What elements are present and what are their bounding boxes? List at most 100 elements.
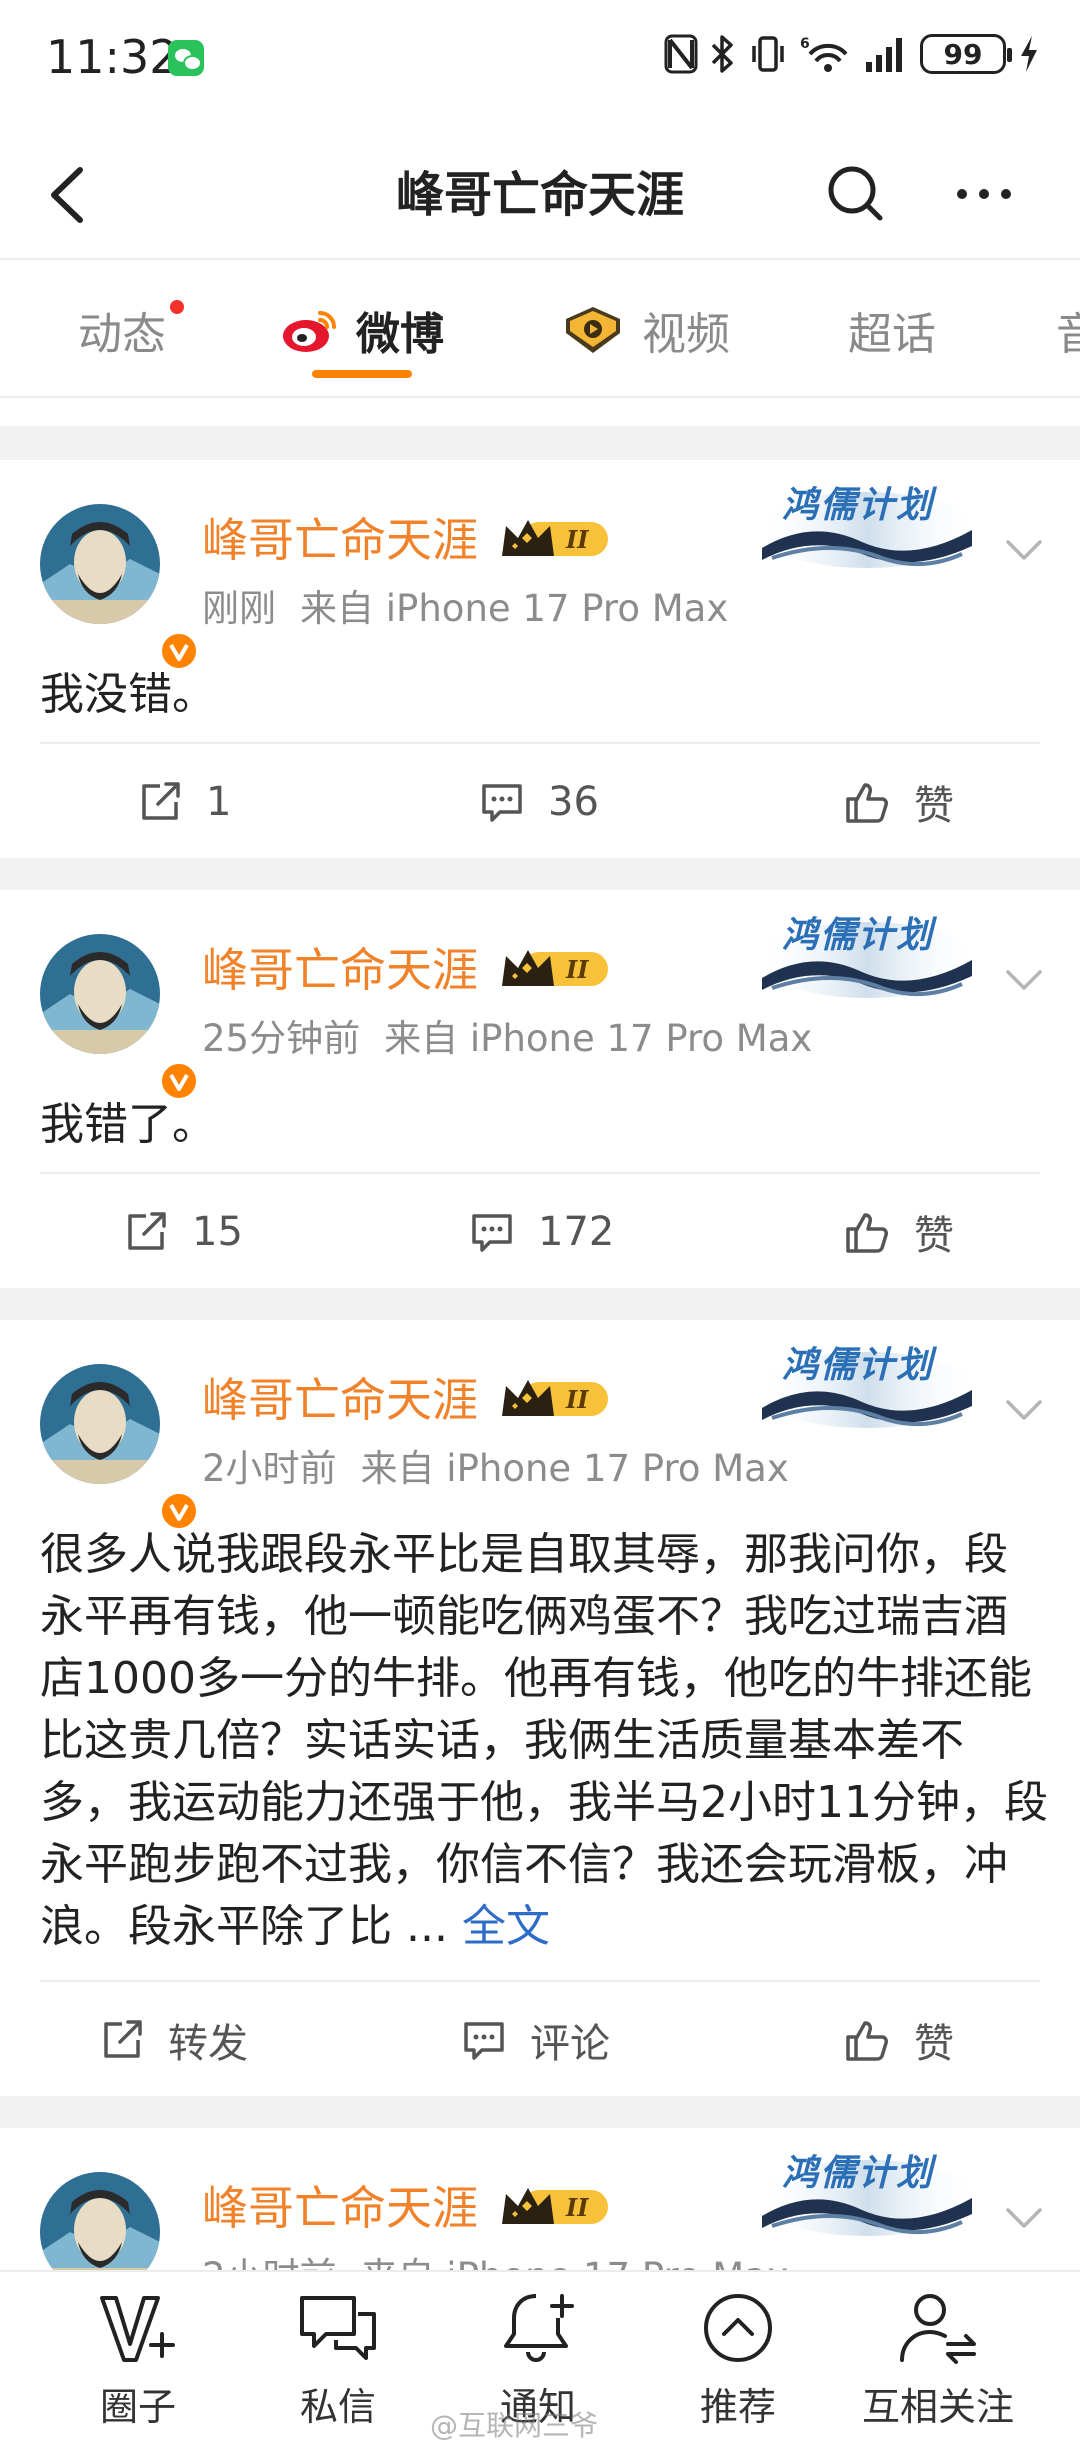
- level-text: II: [565, 955, 589, 984]
- comment-icon: [482, 784, 522, 822]
- author-name[interactable]: 峰哥亡命天涯: [202, 1370, 478, 1430]
- tab-label: 动态: [78, 309, 166, 360]
- avatar[interactable]: [40, 934, 200, 1102]
- comment-count: 172: [538, 1209, 615, 1255]
- more-button[interactable]: [948, 158, 1020, 230]
- comment-button[interactable]: 36: [478, 744, 599, 860]
- post-source: 来自 iPhone 17 Pro Max: [361, 2255, 789, 2270]
- repost-count: 1: [206, 779, 232, 825]
- nav-label: 推荐: [699, 2385, 776, 2429]
- post-meta: 2小时前来自 iPhone 17 Pro Max: [202, 1444, 789, 1494]
- chevron-down-icon[interactable]: [1000, 1386, 1048, 1434]
- tab-label: 超话: [848, 309, 936, 360]
- avatar[interactable]: [40, 2172, 160, 2270]
- tab-dynamics[interactable]: 动态: [78, 298, 184, 362]
- post-text[interactable]: 我没错。: [40, 664, 1050, 726]
- avatar[interactable]: [40, 504, 200, 672]
- status-time: 11:32: [46, 30, 179, 84]
- campaign-badge[interactable]: 鸿儒计划: [752, 898, 982, 1008]
- crown-level-badge-icon: II: [502, 2188, 608, 2224]
- campaign-label: 鸿儒计划: [782, 915, 935, 956]
- repost-count: 15: [192, 1209, 243, 1255]
- repost-button[interactable]: 15: [122, 1174, 243, 1290]
- vibrate-icon: [752, 36, 784, 72]
- nav-recommend[interactable]: 推荐: [638, 2290, 838, 2431]
- thumbs-up-icon: [846, 2021, 888, 2061]
- tab-music[interactable]: 音: [1056, 298, 1080, 362]
- tab-video[interactable]: 视频: [560, 298, 730, 362]
- tab-weibo[interactable]: 微博: [280, 298, 444, 362]
- nfc-icon: [664, 34, 698, 74]
- chevron-down-icon[interactable]: [1000, 956, 1048, 1004]
- tab-label: 视频: [642, 309, 730, 360]
- campaign-badge[interactable]: 鸿儒计划: [752, 2136, 982, 2246]
- separator: [0, 426, 1080, 460]
- nav-circle[interactable]: 圈子: [38, 2290, 238, 2431]
- post-card[interactable]: 峰哥亡命天涯 II 鸿儒计划 2小时前 来自 iPhone 17 Pro Max: [0, 2128, 1080, 2270]
- campaign-badge[interactable]: 鸿儒计划: [752, 468, 982, 578]
- nav-notifications[interactable]: 通知: [438, 2290, 638, 2431]
- post-body: 很多人说我跟段永平比是自取其辱，那我问你，段永平再有钱，他一顿能吃俩鸡蛋不？我吃…: [40, 1529, 1048, 1952]
- chevron-down-icon[interactable]: [1000, 526, 1048, 574]
- separator: [0, 1288, 1080, 1320]
- signal-icon: [866, 38, 902, 72]
- like-button[interactable]: 赞: [842, 744, 954, 860]
- action-bar: 1 36 赞: [40, 742, 1040, 858]
- repost-icon: [128, 1212, 166, 1250]
- post-text[interactable]: 我错了。: [40, 1094, 1050, 1156]
- crown-level-badge-icon: II: [502, 1380, 608, 1416]
- comment-label: 评论: [530, 2021, 610, 2067]
- post-time: 2小时前: [202, 2255, 337, 2270]
- crown-level-badge-icon: II: [502, 950, 608, 986]
- like-button[interactable]: 赞: [842, 1174, 954, 1290]
- back-button[interactable]: [36, 160, 106, 230]
- crown-level-badge-icon: II: [502, 520, 608, 556]
- thumbs-up-icon: [846, 783, 888, 823]
- level-text: II: [565, 525, 589, 554]
- status-bar: 11:32 6 99: [0, 0, 1080, 120]
- like-button[interactable]: 赞: [842, 1982, 954, 2098]
- message-bubbles-icon: [300, 2296, 376, 2360]
- mutual-follow-icon: [900, 2294, 976, 2364]
- status-icons: 6 99: [664, 34, 1040, 74]
- svg-text:6: 6: [800, 36, 810, 52]
- search-button[interactable]: [820, 158, 892, 230]
- nav-messages[interactable]: 私信: [238, 2290, 438, 2431]
- like-label: 赞: [914, 783, 954, 829]
- tab-label: 微博: [356, 309, 444, 360]
- wechat-notification-icon: [168, 40, 204, 76]
- repost-button[interactable]: 转发: [98, 1982, 248, 2098]
- post-time: 2小时前: [202, 1447, 337, 1490]
- chevron-down-icon[interactable]: [1000, 2194, 1048, 2242]
- comment-button[interactable]: 172: [468, 1174, 614, 1290]
- repost-icon: [104, 2020, 142, 2058]
- active-tab-indicator: [312, 370, 412, 378]
- author-name[interactable]: 峰哥亡命天涯: [202, 510, 478, 570]
- campaign-label: 鸿儒计划: [782, 2153, 935, 2194]
- tab-label: 音: [1056, 298, 1080, 362]
- tab-super-topic[interactable]: 超话: [848, 298, 936, 362]
- chevron-up-circle-icon: [704, 2294, 772, 2362]
- author-name[interactable]: 峰哥亡命天涯: [202, 2178, 478, 2238]
- post-card[interactable]: 峰哥亡命天涯 II 鸿儒计划 2小时前 来自 iPhone 17 Pro Max …: [0, 1320, 1080, 2096]
- avatar[interactable]: [40, 1364, 200, 1532]
- like-label: 赞: [914, 2021, 954, 2067]
- read-full-link[interactable]: 全文: [462, 1901, 550, 1952]
- post-body: 我错了。: [40, 1099, 216, 1150]
- post-card[interactable]: 峰哥亡命天涯 II 鸿儒计划 25分钟前 来自 iPhone 17 Pro Max…: [0, 890, 1080, 1288]
- comment-button[interactable]: 评论: [460, 1982, 610, 2098]
- circle-v-plus-icon: [100, 2296, 175, 2362]
- weibo-logo-icon: [283, 311, 336, 352]
- battery-icon: 99: [920, 34, 1012, 74]
- search-icon: [828, 166, 883, 221]
- repost-button[interactable]: 1: [136, 744, 231, 860]
- author-name[interactable]: 峰哥亡命天涯: [202, 940, 478, 1000]
- campaign-label: 鸿儒计划: [782, 485, 935, 526]
- nav-mutual-follow[interactable]: 互相关注: [838, 2290, 1038, 2431]
- post-text[interactable]: 很多人说我跟段永平比是自取其辱，那我问你，段永平再有钱，他一顿能吃俩鸡蛋不？我吃…: [40, 1524, 1050, 1958]
- campaign-badge[interactable]: 鸿儒计划: [752, 1328, 982, 1438]
- post-source: 来自 iPhone 17 Pro Max: [360, 1447, 789, 1490]
- action-bar: 转发 评论 赞: [40, 1980, 1040, 2096]
- post-card[interactable]: 峰哥亡命天涯 II 鸿儒计划 刚刚 来自 iPhone 17 Pro Max 我没…: [0, 460, 1080, 858]
- bell-plus-icon: [504, 2294, 574, 2362]
